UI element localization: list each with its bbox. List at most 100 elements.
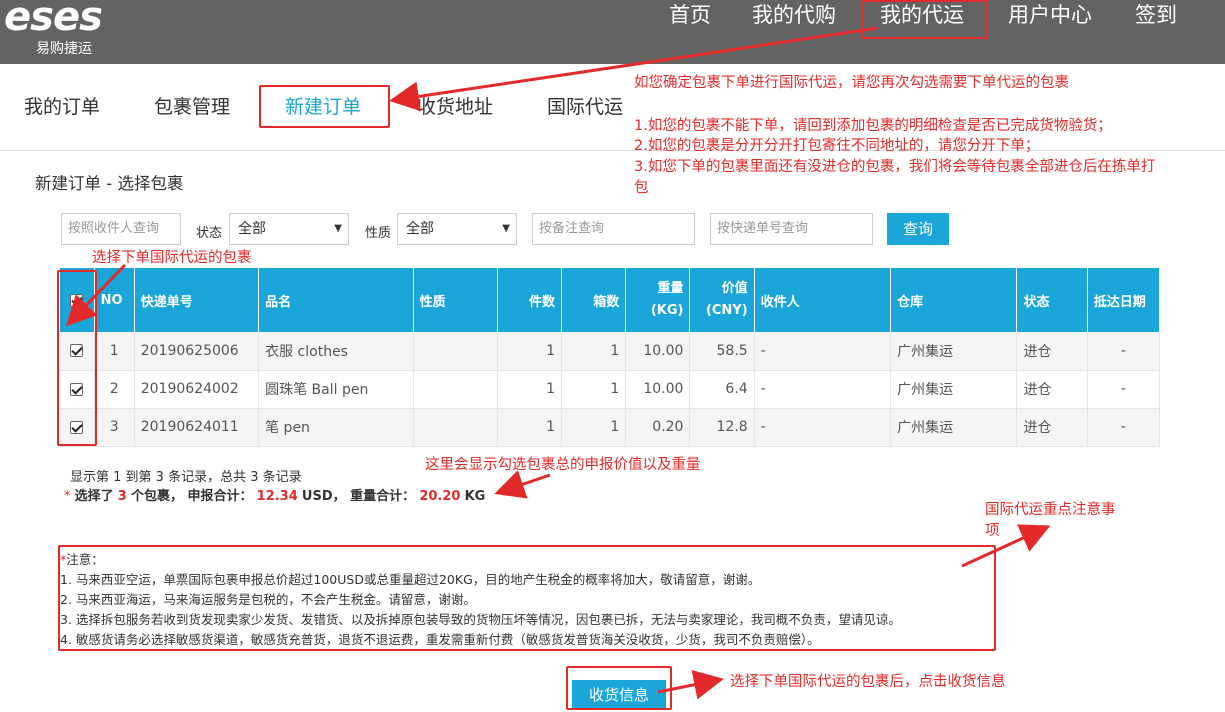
annotation-notice-b: 项 — [985, 523, 1000, 539]
cell-weight: 10.00 — [625, 370, 691, 409]
header-status: 状态 — [1016, 268, 1088, 332]
tab-shipping-address[interactable]: 收货地址 — [417, 92, 493, 119]
cell-tracking: 20190625006 — [134, 332, 260, 371]
recipient-search-input[interactable]: 按照收件人查询 — [61, 213, 181, 245]
cell-warehouse: 广州集运 — [890, 370, 1018, 409]
annotation-notice-a: 国际代运重点注意事 — [985, 502, 1116, 518]
cell-tracking: 20190624011 — [134, 408, 260, 447]
header-arrival: 抵达日期 — [1087, 268, 1161, 332]
chevron-down-icon: ▼ — [502, 223, 510, 234]
annotation-total: 这里会显示勾选包裹总的申报价值以及重量 — [425, 457, 701, 473]
summary-mid: 个包裹， 申报合计： — [130, 489, 253, 504]
logo[interactable]: eses 易购捷运 — [4, 0, 144, 60]
cell-weight: 10.00 — [625, 332, 691, 371]
annotation-box-notice — [58, 545, 996, 651]
nature-select-value: 全部 — [406, 221, 434, 237]
status-select-value: 全部 — [238, 221, 266, 237]
query-button[interactable]: 查询 — [887, 213, 949, 245]
cell-warehouse: 广州集运 — [890, 408, 1018, 447]
nature-select[interactable]: 全部 ▼ — [397, 213, 517, 245]
nav-my-purchase[interactable]: 我的代购 — [752, 0, 836, 30]
cell-value: 12.8 — [689, 408, 755, 447]
tab-my-orders[interactable]: 我的订单 — [24, 92, 100, 119]
annotation-select: 选择下单国际代运的包裹 — [92, 250, 252, 266]
annotation-main-4a: 3.如您下单的包裹里面还有没进仓的包裹，我们将会等待包裹全部进仓后在拣单打 — [634, 159, 1156, 175]
package-table: NO 快递单号 品名 性质 件数 箱数 重量 (KG) 价值 (CNY) 收件人… — [60, 268, 1161, 447]
summary-prefix: 选择了 — [74, 489, 114, 504]
cell-nature — [413, 332, 498, 371]
top-header: eses 易购捷运 首页 我的代购 我的代运 用户中心 签到 — [0, 0, 1225, 64]
cell-arrival: - — [1087, 332, 1161, 371]
tab-international-shipping[interactable]: 国际代运 — [547, 92, 623, 119]
header-name: 品名 — [258, 268, 414, 332]
header-boxes: 箱数 — [561, 268, 627, 332]
page-title: 新建订单 - 选择包裹 — [35, 174, 184, 193]
annotation-main-1: 如您确定包裹下单进行国际代运，请您再次勾选需要下单代运的包裹 — [634, 75, 1069, 91]
annotation-box-receive — [566, 666, 672, 710]
cell-no: 1 — [94, 332, 135, 371]
annotation-main-3: 2.如您的包裹是分开分开打包寄往不同地址的，请您分开下单； — [634, 138, 1040, 154]
cell-recipient: - — [754, 408, 892, 447]
cell-recipient: - — [754, 370, 892, 409]
tracking-search-input[interactable]: 按快递单号查询 — [710, 213, 873, 245]
chevron-down-icon: ▼ — [334, 223, 342, 234]
cell-no: 2 — [94, 370, 135, 409]
cell-pieces: 1 — [497, 332, 563, 371]
remark-search-input[interactable]: 按备注查询 — [532, 213, 695, 245]
annotation-main-4b: 包 — [634, 180, 649, 196]
cell-pieces: 1 — [497, 408, 563, 447]
annotation-click: 选择下单国际代运的包裹后，点击收货信息 — [730, 674, 1006, 690]
nature-label: 性质 — [365, 226, 392, 241]
header-pieces: 件数 — [497, 268, 563, 332]
header-tracking: 快递单号 — [134, 268, 260, 332]
header-recipient: 收件人 — [754, 268, 892, 332]
annotation-box-new-order — [259, 85, 390, 128]
cell-arrival: - — [1087, 370, 1161, 409]
table-row[interactable]: 2 20190624002 圆珠笔 Ball pen 1 1 10.00 6.4… — [60, 370, 1161, 409]
nav-home[interactable]: 首页 — [669, 0, 711, 30]
summary-star: * — [64, 489, 71, 504]
cell-boxes: 1 — [561, 408, 627, 447]
header-weight: 重量 (KG) — [625, 268, 691, 332]
selection-summary: * 选择了 3 个包裹， 申报合计： 12.34 USD， 重量合计： 20.2… — [64, 485, 485, 504]
nav-checkin[interactable]: 签到 — [1135, 0, 1177, 30]
header-warehouse: 仓库 — [890, 268, 1018, 332]
cell-nature — [413, 408, 498, 447]
weight-total: 20.20 — [419, 489, 461, 504]
cell-nature — [413, 370, 498, 409]
cell-weight: 0.20 — [625, 408, 691, 447]
cell-status: 进仓 — [1016, 332, 1088, 371]
annotation-box-checkboxes — [57, 270, 97, 446]
tab-package-management[interactable]: 包裹管理 — [154, 92, 230, 119]
table-row[interactable]: 1 20190625006 衣服 clothes 1 1 10.00 58.5 … — [60, 332, 1161, 371]
cell-name: 圆珠笔 Ball pen — [258, 370, 414, 409]
cell-boxes: 1 — [561, 370, 627, 409]
cell-no: 3 — [94, 408, 135, 447]
logo-text: eses — [4, 0, 103, 40]
declared-total: 12.34 — [256, 489, 298, 504]
header-value: 价值 (CNY) — [689, 268, 755, 332]
table-header-row: NO 快递单号 品名 性质 件数 箱数 重量 (KG) 价值 (CNY) 收件人… — [60, 268, 1161, 332]
cell-pieces: 1 — [497, 370, 563, 409]
annotation-box-nav — [861, 0, 988, 39]
cell-value: 58.5 — [689, 332, 755, 371]
cell-name: 衣服 clothes — [258, 332, 414, 371]
annotation-main-2: 1.如您的包裹不能下单，请回到添加包裹的明细检查是否已完成货物验货； — [634, 118, 1112, 134]
status-select[interactable]: 全部 ▼ — [229, 213, 349, 245]
weight-unit: KG — [464, 489, 486, 504]
table-row[interactable]: 3 20190624011 笔 pen 1 1 0.20 12.8 - 广州集运… — [60, 408, 1161, 447]
cell-tracking: 20190624002 — [134, 370, 260, 409]
declared-unit: USD， 重量合计： — [301, 489, 416, 504]
cell-warehouse: 广州集运 — [890, 332, 1018, 371]
cell-status: 进仓 — [1016, 370, 1088, 409]
cell-name: 笔 pen — [258, 408, 414, 447]
cell-status: 进仓 — [1016, 408, 1088, 447]
cell-recipient: - — [754, 332, 892, 371]
status-label: 状态 — [196, 226, 223, 241]
cell-boxes: 1 — [561, 332, 627, 371]
cell-arrival: - — [1087, 408, 1161, 447]
cell-value: 6.4 — [689, 370, 755, 409]
records-info: 显示第 1 到第 3 条记录，总共 3 条记录 — [70, 470, 302, 485]
header-nature: 性质 — [413, 268, 498, 332]
nav-user-center[interactable]: 用户中心 — [1008, 0, 1092, 30]
